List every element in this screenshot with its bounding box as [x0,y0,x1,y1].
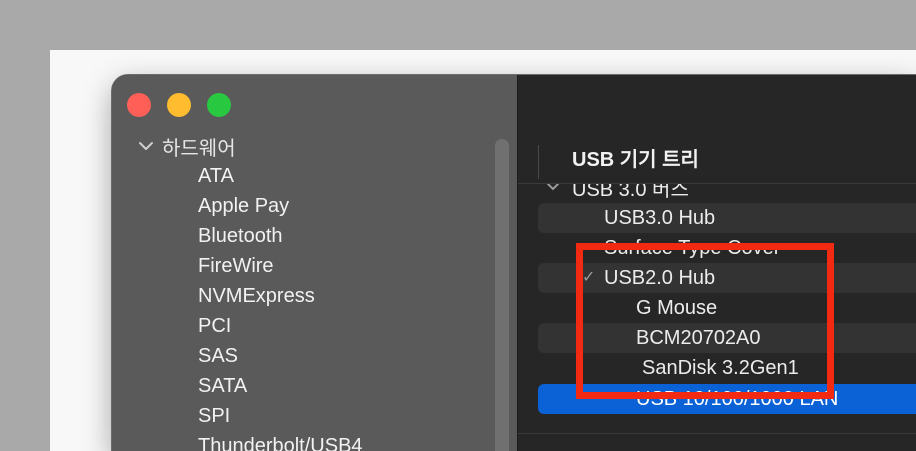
sidebar-group-hardware[interactable]: 하드웨어 [138,133,236,160]
content-bottom-divider [518,433,916,434]
page-title: USB 기기 트리 [572,149,699,171]
tree-row-label: USB3.0 Hub [604,207,716,229]
header-separator [538,145,539,179]
sidebar-item-spi[interactable]: SPI [198,401,230,431]
tree-row-sandisk[interactable]: SanDisk 3.2Gen1 [538,353,916,383]
sidebar-item-firewire[interactable]: FireWire [198,251,274,281]
tree-row-usb3-hub[interactable]: USB3.0 Hub [538,203,916,233]
header-divider [518,183,916,184]
tree-row-label: SanDisk 3.2Gen1 [642,357,799,379]
content-header: USB 기기 트리 [518,75,916,183]
tree-row-label: BCM20702A0 [636,327,761,349]
tree-row-usb2-hub[interactable]: ✓ USB2.0 Hub [538,263,916,293]
minimize-window-button[interactable] [167,93,191,117]
sidebar: 하드웨어 ATA Apple Pay Bluetooth FireWire NV… [112,75,517,451]
tree-row-label: G Mouse [636,297,718,319]
tree-row-label: Surface Type Cover [604,237,781,259]
sidebar-item-nvmexpress[interactable]: NVMExpress [198,281,315,311]
content-pane: USB 3.0 버스 USB 기기 트리 USB3.0 Hub Surface … [518,75,916,451]
checkmark-icon[interactable]: ✓ [582,263,595,293]
sidebar-item-ata[interactable]: ATA [198,161,234,191]
tree-row-label: USB2.0 Hub [604,267,716,289]
close-window-button[interactable] [127,93,151,117]
tree-row-surface-type-cover[interactable]: Surface Type Cover [538,233,916,263]
tree-row-g-mouse[interactable]: G Mouse [538,293,916,323]
sidebar-item-sata[interactable]: SATA [198,371,247,401]
tree-row-label: USB 10/100/1000 LAN [636,388,839,410]
sidebar-group-label: 하드웨어 [162,137,236,160]
chevron-down-icon[interactable] [138,138,154,154]
tree-row-usb-lan[interactable]: USB 10/100/1000 LAN [538,384,916,414]
sidebar-item-apple-pay[interactable]: Apple Pay [198,191,289,221]
tree-row-bcm20702a0[interactable]: BCM20702A0 [538,323,916,353]
maximize-window-button[interactable] [207,93,231,117]
sidebar-item-bluetooth[interactable]: Bluetooth [198,221,283,251]
sidebar-item-thunderbolt-usb4[interactable]: Thunderbolt/USB4 [198,431,363,451]
sidebar-scrollbar[interactable] [495,139,509,451]
system-information-window: 하드웨어 ATA Apple Pay Bluetooth FireWire NV… [112,75,916,451]
sidebar-item-sas[interactable]: SAS [198,341,238,371]
sidebar-item-pci[interactable]: PCI [198,311,231,341]
